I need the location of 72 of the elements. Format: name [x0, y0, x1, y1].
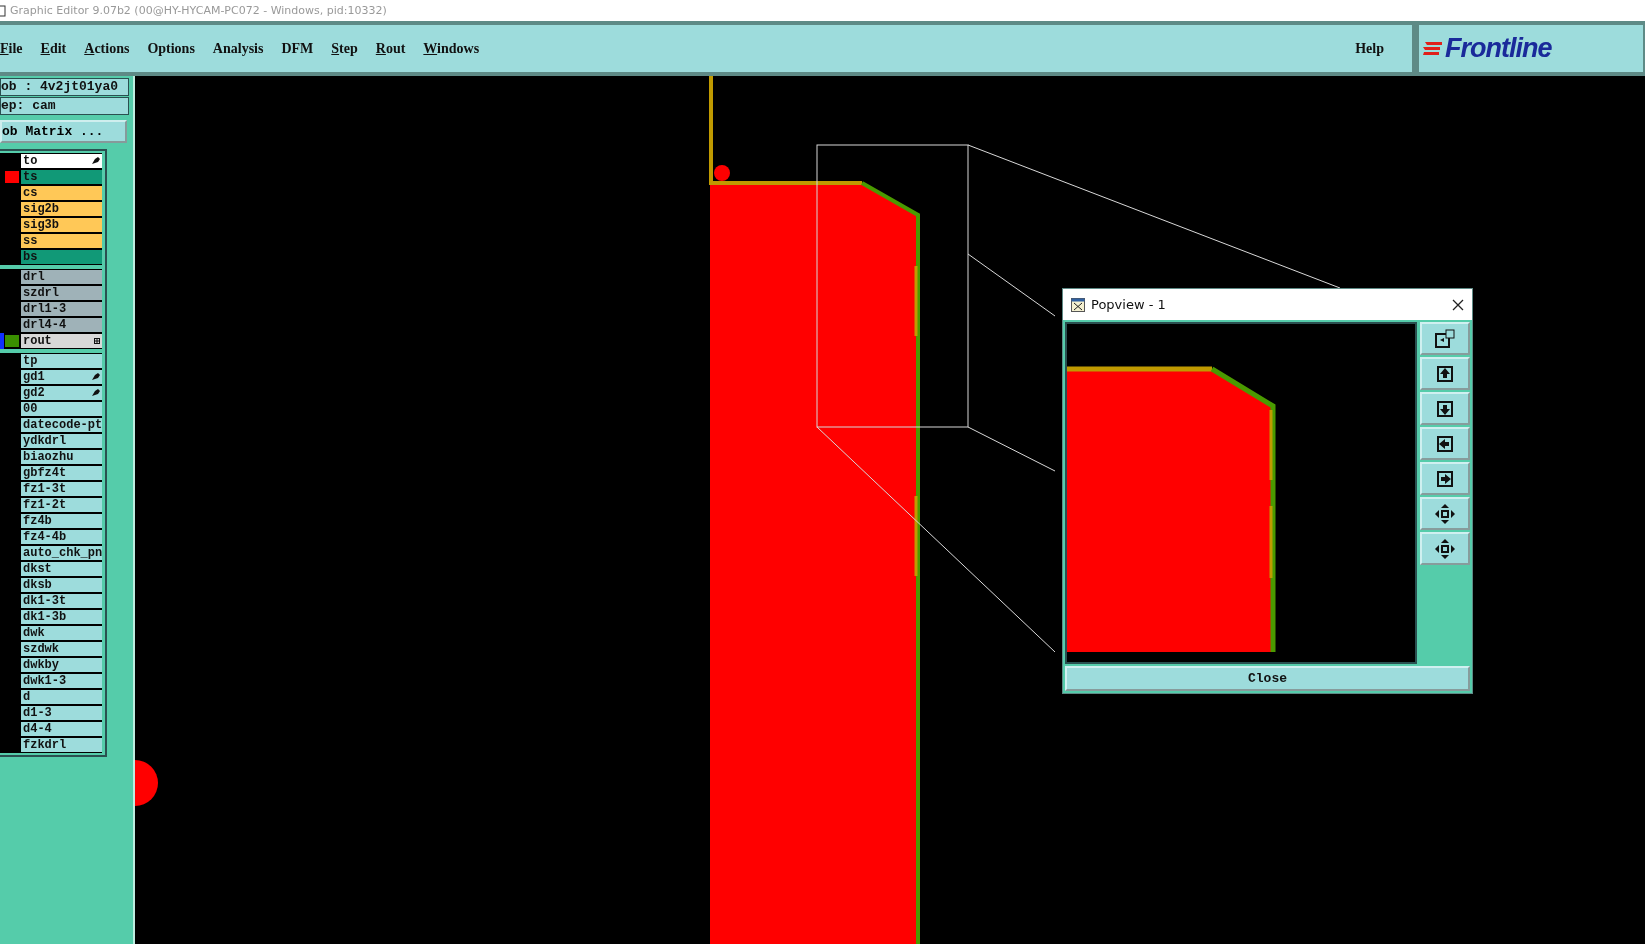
layer-name[interactable]: sig3b: [20, 217, 102, 233]
layer-name[interactable]: ts: [20, 169, 102, 185]
hand-icon: [92, 157, 100, 165]
popview-title: Popview - 1: [1091, 297, 1167, 312]
grid-icon: [94, 338, 100, 344]
menu-item[interactable]: Options: [139, 40, 203, 57]
view-tool-button[interactable]: [1420, 357, 1470, 390]
job-name: ob : 4v2jt01ya0: [0, 78, 129, 96]
layer-name[interactable]: rout: [20, 333, 102, 349]
menu-item[interactable]: Rout: [367, 40, 414, 57]
layer-name[interactable]: fz1-3t: [20, 481, 102, 497]
layer-name[interactable]: fz1-2t: [20, 497, 102, 513]
view-tool-button[interactable]: [1420, 322, 1470, 355]
layer-name[interactable]: dwk1-3: [20, 673, 102, 689]
layer-name[interactable]: auto_chk_pn: [20, 545, 102, 561]
layer-name[interactable]: fz4b: [20, 513, 102, 529]
layer-swatch[interactable]: [5, 171, 19, 183]
layer-name[interactable]: drl: [20, 269, 102, 285]
layer-name[interactable]: fz4-4b: [20, 529, 102, 545]
logo-text: Frontline: [1445, 33, 1552, 64]
layer-name[interactable]: d: [20, 689, 102, 705]
layer-name[interactable]: dkst: [20, 561, 102, 577]
layer-name[interactable]: fzkdrl: [20, 737, 102, 753]
menu-item[interactable]: Windows: [415, 40, 488, 57]
layer-name[interactable]: d1-3: [20, 705, 102, 721]
zoom-fit-icon: [1433, 501, 1457, 526]
layer-name[interactable]: ss: [20, 233, 102, 249]
view-tool-button[interactable]: [1420, 462, 1470, 495]
menu-item[interactable]: Step: [323, 40, 366, 57]
close-button[interactable]: Close: [1065, 666, 1470, 691]
menu-item[interactable]: Analysis: [204, 40, 272, 57]
layer-name[interactable]: datecode-pt: [20, 417, 102, 433]
layer-name[interactable]: szdrl: [20, 285, 102, 301]
view-tool-button[interactable]: [1420, 392, 1470, 425]
layer-name[interactable]: bs: [20, 249, 102, 265]
layer-name[interactable]: drl4-4: [20, 317, 102, 333]
move-icon: [1433, 536, 1457, 561]
step-name: ep: cam: [0, 97, 129, 115]
layer-name[interactable]: gd1: [20, 369, 102, 385]
pad-drawing: [135, 760, 158, 806]
layer-name[interactable]: biaozhu: [20, 449, 102, 465]
app-icon: [0, 4, 6, 17]
layer-name[interactable]: szdwk: [20, 641, 102, 657]
layer-name[interactable]: ydkdrl: [20, 433, 102, 449]
layer-name[interactable]: dwk: [20, 625, 102, 641]
view-tool-button[interactable]: [1420, 427, 1470, 460]
window-icon: [1071, 297, 1085, 312]
layer-name[interactable]: sig2b: [20, 201, 102, 217]
menu-item[interactable]: DFM: [273, 40, 322, 57]
layer-name[interactable]: to: [20, 153, 102, 169]
window-icon: [1433, 326, 1457, 351]
close-icon[interactable]: [1452, 298, 1464, 311]
layer-name[interactable]: tp: [20, 353, 102, 369]
window-title: Graphic Editor 9.07b2 (00@HY-HYCAM-PC072 - Windows, pid:10332): [10, 4, 387, 17]
layer-name[interactable]: 00: [20, 401, 102, 417]
view-tool-button[interactable]: [1420, 497, 1470, 530]
layer-name[interactable]: dk1-3b: [20, 609, 102, 625]
layer-name[interactable]: cs: [20, 185, 102, 201]
layer-name[interactable]: dk1-3t: [20, 593, 102, 609]
layer-swatch[interactable]: [5, 335, 19, 347]
menu-item[interactable]: Edit: [32, 40, 75, 57]
layer-name[interactable]: drl1-3: [20, 301, 102, 317]
layer-name[interactable]: dwkby: [20, 657, 102, 673]
layer-name[interactable]: gbfz4t: [20, 465, 102, 481]
menu-item[interactable]: File: [0, 40, 31, 57]
help-menu[interactable]: Help: [1347, 40, 1392, 57]
job-matrix-button[interactable]: ob Matrix ...: [0, 120, 127, 143]
menu-item[interactable]: Actions: [76, 40, 138, 57]
layer-name[interactable]: d4-4: [20, 721, 102, 737]
layer-name[interactable]: gd2: [20, 385, 102, 401]
view-tool-button[interactable]: [1420, 532, 1470, 565]
layer-name[interactable]: dksb: [20, 577, 102, 593]
